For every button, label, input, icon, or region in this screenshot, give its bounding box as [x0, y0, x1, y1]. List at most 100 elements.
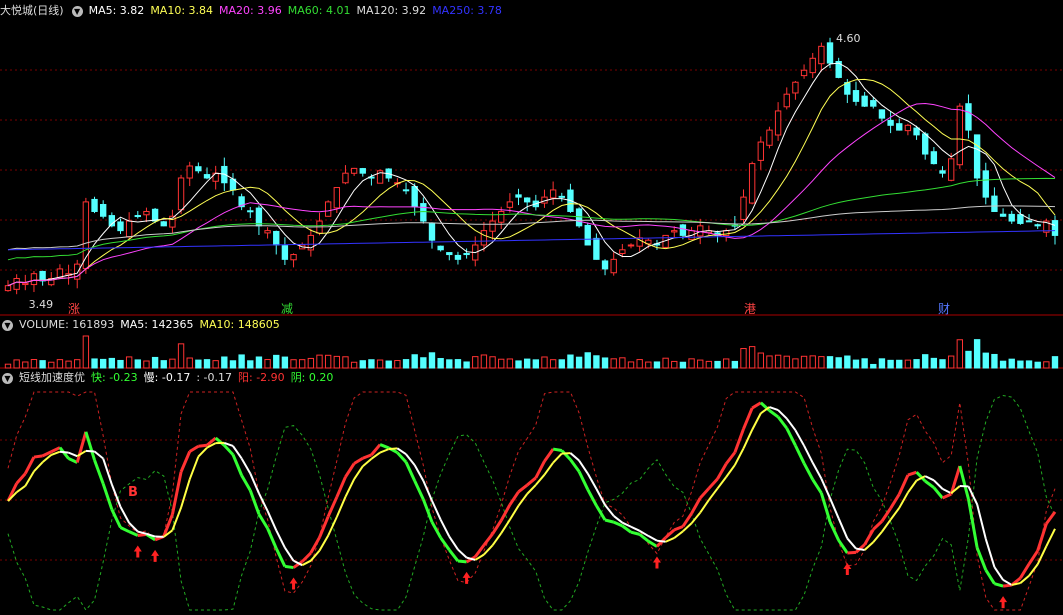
slow-line-segment: [59, 450, 69, 454]
candle-body: [740, 196, 747, 220]
fast-line-segment: [353, 456, 364, 465]
candle-body: [117, 221, 124, 232]
candle-body: [999, 213, 1007, 217]
volume-bar: [748, 346, 756, 369]
volume-bar: [342, 356, 349, 369]
candle-body: [826, 42, 834, 64]
candle-body: [774, 110, 782, 136]
volume-bar: [861, 358, 868, 369]
slow-line-segment: [240, 457, 252, 474]
fast-line-segment: [785, 427, 797, 447]
volume-bar: [723, 358, 730, 369]
buy-arrow: [133, 545, 142, 558]
fast-line-segment: [248, 489, 261, 515]
slow-line-segment: [327, 516, 338, 537]
candle-body: [437, 245, 444, 251]
fast-line-segment: [421, 498, 434, 523]
fast-line-segment: [119, 526, 130, 534]
fast-line-segment: [725, 451, 737, 465]
ma120-line: [7, 205, 1056, 251]
fast-line-segment: [984, 569, 996, 585]
fast-line-segment: [924, 479, 935, 489]
volume-bar: [316, 354, 323, 369]
chevron-down-icon[interactable]: ▼: [2, 319, 13, 331]
volume-bar: [662, 357, 669, 369]
volume-bar: [991, 353, 998, 369]
candle-body: [1017, 214, 1024, 224]
volume-bar: [446, 359, 453, 369]
candle-body: [91, 198, 98, 212]
fast-line-segment: [604, 518, 615, 524]
slow-line-segment: [543, 462, 554, 476]
fast-line-segment: [872, 520, 883, 531]
volume-bar: [619, 357, 626, 369]
volume-bar: [4, 363, 12, 369]
candle-body: [498, 210, 505, 223]
candle-body: [783, 93, 790, 108]
candle-body: [247, 210, 254, 213]
fast-line-segment: [543, 448, 555, 463]
volume-bar: [904, 359, 912, 369]
slow-line-segment: [448, 535, 459, 551]
candle-body: [1008, 213, 1015, 222]
slow-line-segment: [33, 461, 44, 473]
volume-bar: [1051, 356, 1059, 369]
candle-body: [1051, 220, 1059, 236]
volume-bar: [13, 359, 20, 369]
candle-body: [125, 220, 133, 238]
fast-line-segment: [630, 530, 641, 536]
volume-legend: ▼ VOLUME: 161893 MA5: 142365 MA10: 148605: [0, 316, 292, 334]
slow-line-segment: [552, 452, 563, 464]
candle-body: [809, 57, 816, 74]
candle-body: [748, 163, 756, 204]
slow-line-segment: [197, 446, 208, 458]
signal-label: B: [128, 485, 138, 500]
ma-legend-4: MA120: 3.92: [356, 4, 427, 17]
candle-body: [619, 249, 626, 254]
candle-body: [420, 203, 427, 222]
fast-line-segment: [274, 547, 287, 568]
slow-line-segment: [604, 504, 615, 517]
price-panel: 4.60 3.49 涨 减 港 财: [4, 32, 1059, 316]
candle-body: [627, 244, 635, 247]
event-mark: 涨: [68, 301, 80, 316]
chevron-down-icon[interactable]: ▼: [2, 372, 13, 384]
volume-bar: [1034, 361, 1041, 369]
fast-line-segment: [101, 483, 114, 510]
candle-body: [515, 194, 522, 198]
slow-line-segment: [699, 499, 710, 514]
fast-line-segment: [768, 409, 780, 419]
slow-line-segment: [526, 484, 537, 495]
candle-body: [30, 273, 38, 286]
volume-bar: [39, 360, 46, 369]
candle-body: [939, 170, 946, 174]
slow-line-segment: [586, 473, 598, 490]
fast-line-segment: [794, 444, 806, 464]
volume-bar: [800, 355, 808, 369]
volume-bar: [541, 356, 548, 369]
candle-body: [922, 133, 929, 155]
fast-line-segment: [499, 504, 512, 522]
fast-line-segment: [257, 513, 269, 530]
slow-line-segment: [266, 510, 278, 531]
slow-line-segment: [85, 449, 95, 453]
fast-line-segment: [318, 515, 330, 539]
fast-line-segment: [284, 564, 294, 570]
ma-legend-2: MA20: 3.96: [219, 4, 282, 17]
slow-line-segment: [188, 456, 200, 480]
chevron-down-icon[interactable]: ▼: [71, 5, 83, 17]
volume-bar: [169, 358, 176, 369]
fast-line-segment: [811, 478, 823, 494]
candle-body: [584, 224, 591, 246]
low-price-label: 3.49: [29, 298, 54, 311]
indicator-panel: B: [6, 391, 1057, 611]
indicator-legend-items: 短线加速度优 快: -0.23 慢: -0.17: -0.17 阳: -2.90 阴: …: [19, 371, 339, 384]
volume-bar: [56, 359, 64, 369]
slow-line-segment: [379, 448, 390, 454]
volume-bar: [264, 359, 271, 369]
slow-line-segment: [889, 507, 901, 521]
slow-line-segment: [708, 487, 719, 501]
ma20-line: [7, 102, 1056, 287]
fast-line-segment: [1045, 510, 1057, 525]
fast-line-segment: [577, 470, 590, 491]
